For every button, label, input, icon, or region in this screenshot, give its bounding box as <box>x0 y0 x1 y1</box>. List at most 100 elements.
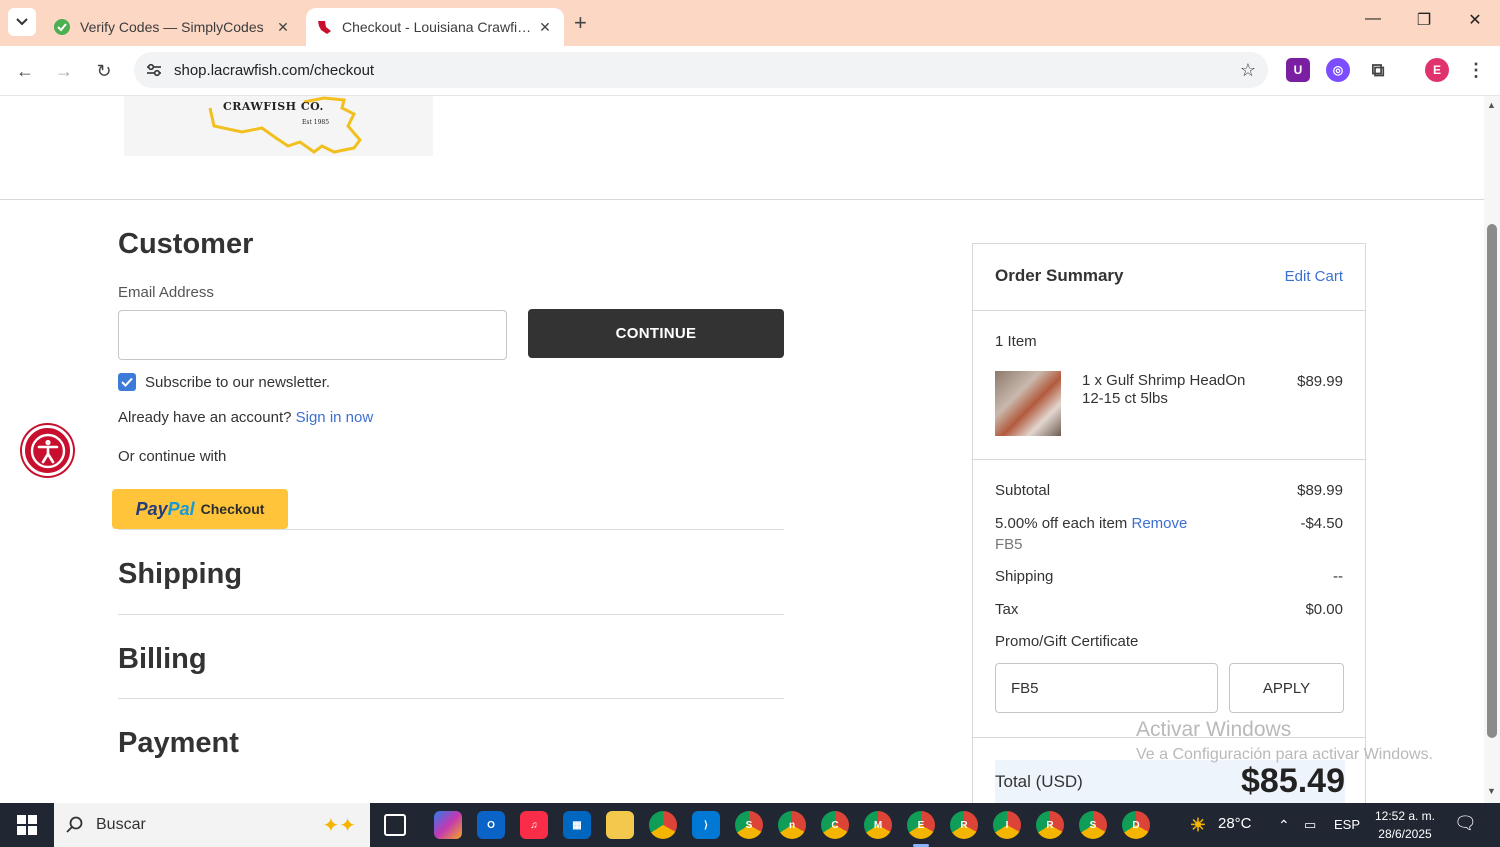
discount-label: 5.00% off each item <box>995 515 1128 532</box>
close-window-icon[interactable]: ✕ <box>1450 10 1500 30</box>
clock-date: 28/6/2025 <box>1378 827 1432 841</box>
weather-icon[interactable]: ☀ <box>1184 811 1212 839</box>
restore-icon[interactable]: ❐ <box>1399 10 1449 30</box>
music-icon[interactable]: ♫ <box>520 811 548 839</box>
browser-toolbar: ← → ↻ shop.lacrawfish.com/checkout ☆ U ◎… <box>0 46 1500 96</box>
total-value: $85.49 <box>1241 762 1345 800</box>
tab-checkout[interactable]: Checkout - Louisiana Crawfish Co ✕ <box>306 8 564 46</box>
chevron-down-icon <box>16 18 28 26</box>
chrome-profile-r-icon[interactable]: R <box>950 811 978 839</box>
tab-search-button[interactable] <box>8 8 36 36</box>
chrome-profile-e-icon[interactable]: E <box>907 811 935 839</box>
extension-icon[interactable]: ◎ <box>1326 58 1350 82</box>
copilot-icon[interactable] <box>434 811 462 839</box>
shipping-heading[interactable]: Shipping <box>118 558 242 591</box>
logo-text: CRAWFISH CO. <box>223 100 324 113</box>
close-tab-icon[interactable]: ✕ <box>536 19 554 36</box>
activation-watermark-title: Activar Windows <box>1136 718 1292 741</box>
chrome-icon[interactable] <box>649 811 677 839</box>
site-info-icon[interactable] <box>134 63 174 77</box>
email-field[interactable] <box>118 310 507 360</box>
item-name: 1 x Gulf Shrimp HeadOn 12-15 ct 5lbs <box>1082 372 1246 407</box>
page-scrollbar[interactable]: ▲ ▼ <box>1484 96 1500 803</box>
newsletter-label: Subscribe to our newsletter. <box>145 374 331 391</box>
chrome-profile-r2-icon[interactable]: R <box>1036 811 1064 839</box>
tab-simplycodes[interactable]: Verify Codes — SimplyCodes ✕ <box>44 8 302 46</box>
sparkle-icon: ✦✦ <box>322 814 356 837</box>
extensions-puzzle-icon[interactable]: ⧉ <box>1366 58 1390 82</box>
store-logo[interactable]: CRAWFISH CO. Est 1985 <box>124 96 433 156</box>
newsletter-checkbox[interactable] <box>118 373 136 391</box>
start-button[interactable] <box>0 803 54 847</box>
menu-dots-icon[interactable]: ⋮ <box>1464 58 1488 82</box>
accessibility-widget-button[interactable] <box>22 425 73 476</box>
tab-strip: Verify Codes — SimplyCodes ✕ Checkout - … <box>0 0 1500 46</box>
back-icon[interactable]: ← <box>12 58 38 84</box>
customer-heading: Customer <box>118 228 254 260</box>
apply-promo-button[interactable]: APPLY <box>1229 663 1344 713</box>
promo-link[interactable]: Promo/Gift Certificate <box>995 633 1138 650</box>
file-explorer-icon[interactable] <box>606 811 634 839</box>
promo-code-input[interactable]: FB5 <box>995 663 1218 713</box>
taskbar-search[interactable]: Buscar ✦✦ <box>54 803 370 847</box>
tax-label: Tax <box>995 601 1019 618</box>
continue-button[interactable]: CONTINUE <box>528 309 784 358</box>
temperature[interactable]: 28°C <box>1218 815 1252 832</box>
tax-value: $0.00 <box>1305 601 1343 618</box>
checkmark-icon <box>121 377 133 387</box>
chrome-profile-s-icon[interactable]: S <box>735 811 763 839</box>
total-row: Total (USD) $85.49 <box>995 760 1345 803</box>
chrome-profile-n-icon[interactable]: n <box>778 811 806 839</box>
windows-taskbar: Buscar ✦✦ O ♫ ▦ ⟩ S n C M E R I R S D ☀ … <box>0 803 1500 847</box>
billing-heading[interactable]: Billing <box>118 643 207 676</box>
remove-discount-link[interactable]: Remove <box>1131 515 1187 532</box>
payment-heading[interactable]: Payment <box>118 727 239 760</box>
store-icon[interactable]: ▦ <box>563 811 591 839</box>
scrollbar-thumb[interactable] <box>1487 224 1497 738</box>
discount-code: FB5 <box>995 536 1023 553</box>
divider <box>118 614 784 615</box>
search-icon <box>66 816 83 833</box>
account-prompt: Already have an account? Sign in now <box>118 409 373 426</box>
email-label: Email Address <box>118 284 214 301</box>
item-price: $89.99 <box>1297 373 1343 390</box>
shipping-value: -- <box>1333 568 1343 585</box>
simplycodes-favicon-icon <box>54 19 70 35</box>
notifications-icon[interactable]: 🗨 <box>1454 813 1477 834</box>
vscode-icon[interactable]: ⟩ <box>692 811 720 839</box>
language-indicator[interactable]: ESP <box>1334 817 1360 832</box>
chrome-profile-d-icon[interactable]: D <box>1122 811 1150 839</box>
task-view-icon[interactable] <box>384 814 406 836</box>
new-tab-icon[interactable]: + <box>574 10 587 36</box>
reload-icon[interactable]: ↻ <box>91 58 117 84</box>
chrome-profile-i-icon[interactable]: I <box>993 811 1021 839</box>
bookmark-star-icon[interactable]: ☆ <box>1228 60 1268 81</box>
summary-header: Order Summary Edit Cart <box>973 244 1365 311</box>
account-prompt-text: Already have an account? <box>118 409 292 426</box>
chrome-profile-m-icon[interactable]: M <box>864 811 892 839</box>
outlook-icon[interactable]: O <box>477 811 505 839</box>
paypal-logo-pay: Pay <box>135 498 168 519</box>
product-thumbnail <box>995 371 1061 436</box>
activation-watermark-text: Ve a Configuración para activar Windows. <box>1136 746 1434 763</box>
discount-line: 5.00% off each item Remove <box>995 515 1187 532</box>
scroll-up-icon[interactable]: ▲ <box>1487 100 1496 110</box>
paypal-checkout-button[interactable]: Pay Pal Checkout <box>112 489 288 529</box>
edit-cart-link[interactable]: Edit Cart <box>1285 268 1343 285</box>
taskbar-clock[interactable]: 12:52 a. m. 28/6/2025 <box>1368 807 1442 843</box>
site-header: CRAWFISH CO. Est 1985 <box>0 96 1484 200</box>
network-icon[interactable]: ▭ <box>1304 817 1316 833</box>
chrome-profile-c-icon[interactable]: C <box>821 811 849 839</box>
chrome-profile-s2-icon[interactable]: S <box>1079 811 1107 839</box>
tray-chevron-icon[interactable]: ⌃ <box>1278 817 1290 834</box>
forward-icon[interactable]: → <box>51 58 77 84</box>
ublock-extension-icon[interactable]: U <box>1286 58 1310 82</box>
close-tab-icon[interactable]: ✕ <box>274 19 292 36</box>
clock-time: 12:52 a. m. <box>1374 809 1436 823</box>
discount-value: -$4.50 <box>1300 515 1343 532</box>
minimize-icon[interactable]: — <box>1348 10 1398 28</box>
address-bar[interactable]: shop.lacrawfish.com/checkout ☆ <box>134 52 1268 88</box>
sign-in-link[interactable]: Sign in now <box>296 409 374 426</box>
profile-avatar[interactable]: E <box>1425 58 1449 82</box>
scroll-down-icon[interactable]: ▼ <box>1487 786 1496 796</box>
